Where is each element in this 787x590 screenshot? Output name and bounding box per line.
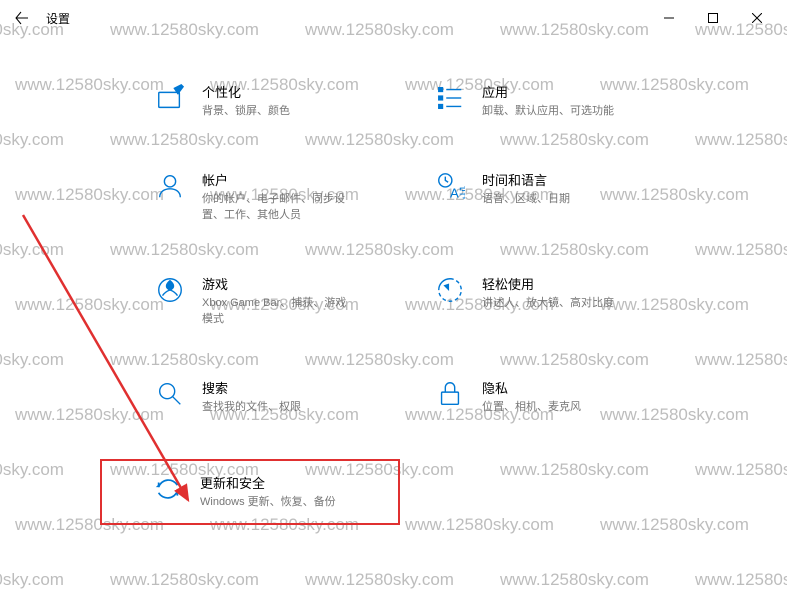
back-button[interactable]: [8, 4, 36, 32]
item-title: 帐户: [202, 170, 352, 189]
item-title: 搜索: [202, 378, 301, 397]
gaming-icon: [154, 274, 186, 306]
minimize-icon: [664, 13, 674, 23]
item-desc: 位置、相机、麦克风: [482, 399, 581, 416]
settings-item-apps[interactable]: 应用 卸载、默认应用、可选功能: [430, 76, 637, 126]
time-language-icon: A字: [434, 170, 466, 202]
window-titlebar: 设置: [0, 0, 787, 36]
settings-item-search[interactable]: 搜索 查找我的文件、权限: [150, 372, 370, 422]
item-desc: 你的帐户、电子邮件、同步设置、工作、其他人员: [202, 191, 352, 224]
apps-icon: [434, 82, 466, 114]
item-title: 轻松使用: [482, 274, 614, 293]
item-desc: 卸载、默认应用、可选功能: [482, 103, 614, 120]
item-title: 应用: [482, 82, 614, 101]
item-desc: 讲述人、放大镜、高对比度: [482, 295, 614, 312]
settings-item-update-security[interactable]: 更新和安全 Windows 更新、恢复、备份: [100, 459, 400, 525]
update-security-icon: [152, 473, 184, 505]
item-desc: 查找我的文件、权限: [202, 399, 301, 416]
close-icon: [752, 13, 762, 23]
close-button[interactable]: [735, 3, 779, 33]
item-desc: Windows 更新、恢复、备份: [200, 494, 336, 511]
window-controls: [647, 3, 779, 33]
item-desc: Xbox Game Bar、捕获、游戏模式: [202, 295, 352, 328]
maximize-icon: [708, 13, 718, 23]
item-title: 个性化: [202, 82, 290, 101]
search-icon: [154, 378, 186, 410]
settings-item-personalization[interactable]: 个性化 背景、锁屏、颜色: [150, 76, 370, 126]
privacy-icon: [434, 378, 466, 410]
item-desc: 语音、区域、日期: [482, 191, 570, 208]
item-title: 隐私: [482, 378, 581, 397]
minimize-button[interactable]: [647, 3, 691, 33]
settings-item-time-language[interactable]: A字 时间和语言 语音、区域、日期: [430, 164, 637, 230]
item-title: 时间和语言: [482, 170, 570, 189]
svg-text:A字: A字: [450, 185, 465, 200]
personalization-icon: [154, 82, 186, 114]
ease-of-access-icon: [434, 274, 466, 306]
window-title: 设置: [46, 10, 70, 27]
settings-item-accounts[interactable]: 帐户 你的帐户、电子邮件、同步设置、工作、其他人员: [150, 164, 370, 230]
maximize-button[interactable]: [691, 3, 735, 33]
item-desc: 背景、锁屏、颜色: [202, 103, 290, 120]
accounts-icon: [154, 170, 186, 202]
settings-item-gaming[interactable]: 游戏 Xbox Game Bar、捕获、游戏模式: [150, 268, 370, 334]
item-title: 更新和安全: [200, 473, 336, 492]
settings-item-privacy[interactable]: 隐私 位置、相机、麦克风: [430, 372, 637, 422]
arrow-left-icon: [14, 10, 30, 26]
item-title: 游戏: [202, 274, 352, 293]
settings-item-ease-of-access[interactable]: 轻松使用 讲述人、放大镜、高对比度: [430, 268, 637, 334]
